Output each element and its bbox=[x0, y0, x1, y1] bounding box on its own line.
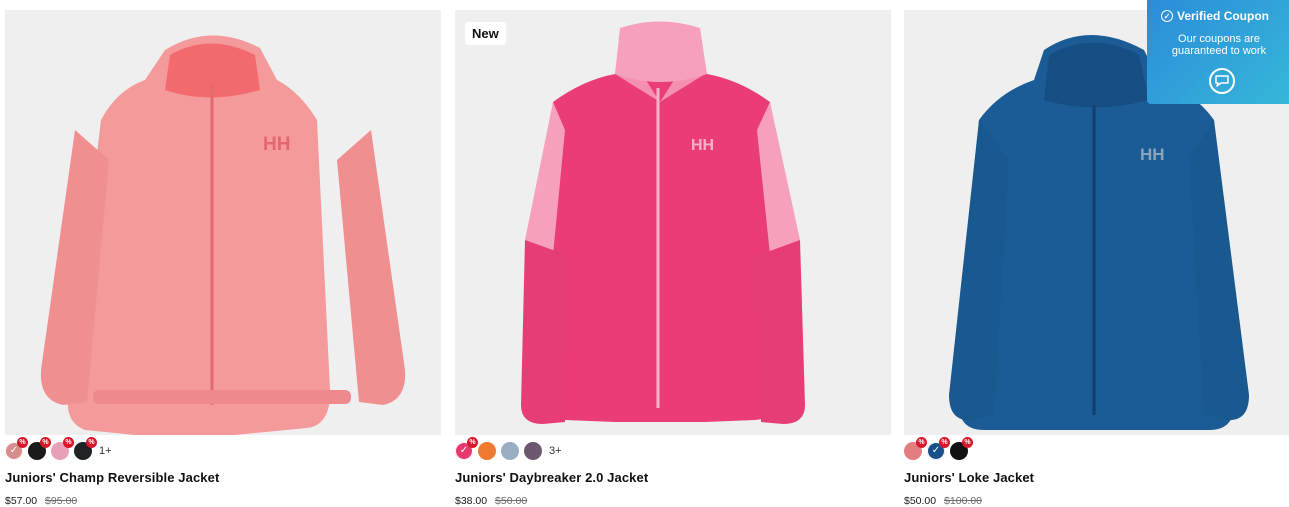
color-swatch[interactable]: ✓ % bbox=[927, 437, 950, 460]
original-price: $95.00 bbox=[45, 495, 78, 507]
original-price: $100.00 bbox=[944, 495, 983, 507]
color-swatches: ✓ % 3+ bbox=[455, 437, 891, 462]
discount-icon: % bbox=[17, 437, 28, 448]
brand-logo: HH bbox=[263, 134, 290, 155]
verified-check-icon: ✓ bbox=[1161, 10, 1173, 22]
discount-icon: % bbox=[63, 437, 74, 448]
sale-price: $50.00 bbox=[904, 495, 937, 507]
product-name[interactable]: Juniors' Loke Jacket bbox=[904, 470, 1289, 485]
product-name[interactable]: Juniors' Daybreaker 2.0 Jacket bbox=[455, 470, 891, 485]
sale-price: $57.00 bbox=[5, 495, 38, 507]
jacket-image-pink-champ: HH bbox=[40, 35, 406, 435]
more-colors-link[interactable]: 3+ bbox=[549, 445, 562, 457]
product-price: $50.00 $100.00 bbox=[904, 495, 1289, 507]
product-price: $57.00 $95.00 bbox=[5, 495, 441, 507]
color-swatch[interactable]: % bbox=[51, 437, 74, 460]
check-icon: ✓ bbox=[931, 445, 941, 456]
color-swatch[interactable]: ✓ % bbox=[5, 437, 28, 460]
original-price: $50.00 bbox=[495, 495, 528, 507]
color-swatch[interactable] bbox=[501, 442, 519, 460]
discount-icon: % bbox=[86, 437, 97, 448]
color-swatch[interactable]: % bbox=[950, 437, 973, 460]
product-image[interactable]: HH New bbox=[455, 10, 891, 435]
discount-icon: % bbox=[939, 437, 950, 448]
color-swatch[interactable]: % bbox=[904, 437, 927, 460]
discount-icon: % bbox=[467, 437, 478, 448]
new-badge: New bbox=[465, 22, 506, 45]
product-image[interactable]: HH bbox=[5, 10, 441, 435]
more-colors-link[interactable]: 1+ bbox=[99, 445, 112, 457]
color-swatch[interactable] bbox=[478, 442, 496, 460]
product-card[interactable]: HH ✓ % % % % 1+ Juniors' Champ Reversibl… bbox=[5, 10, 441, 507]
discount-icon: % bbox=[40, 437, 51, 448]
color-swatch[interactable]: % bbox=[28, 437, 51, 460]
discount-icon: % bbox=[916, 437, 927, 448]
product-grid: HH ✓ % % % % 1+ Juniors' Champ Reversibl… bbox=[0, 0, 1289, 507]
product-name[interactable]: Juniors' Champ Reversible Jacket bbox=[5, 470, 441, 485]
chat-icon[interactable] bbox=[1209, 68, 1235, 94]
check-icon: ✓ bbox=[459, 445, 469, 456]
sale-price: $38.00 bbox=[455, 495, 488, 507]
color-swatch[interactable]: ✓ % bbox=[455, 437, 478, 460]
color-swatch[interactable]: % bbox=[74, 437, 97, 460]
brand-logo: HH bbox=[1140, 145, 1165, 164]
check-icon: ✓ bbox=[9, 445, 19, 456]
product-card[interactable]: HH New ✓ % 3+ Juniors' Daybreaker 2.0 Ja… bbox=[455, 10, 891, 507]
coupon-subtitle: Our coupons are guaranteed to work bbox=[1171, 33, 1267, 57]
color-swatch[interactable] bbox=[524, 442, 542, 460]
jacket-image-pink-fleece: HH bbox=[521, 21, 805, 424]
color-swatches: ✓ % % % % 1+ bbox=[5, 437, 441, 462]
verified-coupon-widget[interactable]: ✓ Verified Coupon Our coupons are guaran… bbox=[1147, 0, 1289, 104]
brand-logo: HH bbox=[691, 137, 714, 154]
color-swatches: % ✓ % % bbox=[904, 437, 1289, 462]
coupon-title-text: Verified Coupon bbox=[1177, 9, 1270, 23]
chat-bubble-icon bbox=[1215, 75, 1229, 87]
discount-icon: % bbox=[962, 437, 973, 448]
product-price: $38.00 $50.00 bbox=[455, 495, 891, 507]
coupon-title: ✓ Verified Coupon bbox=[1161, 9, 1269, 23]
